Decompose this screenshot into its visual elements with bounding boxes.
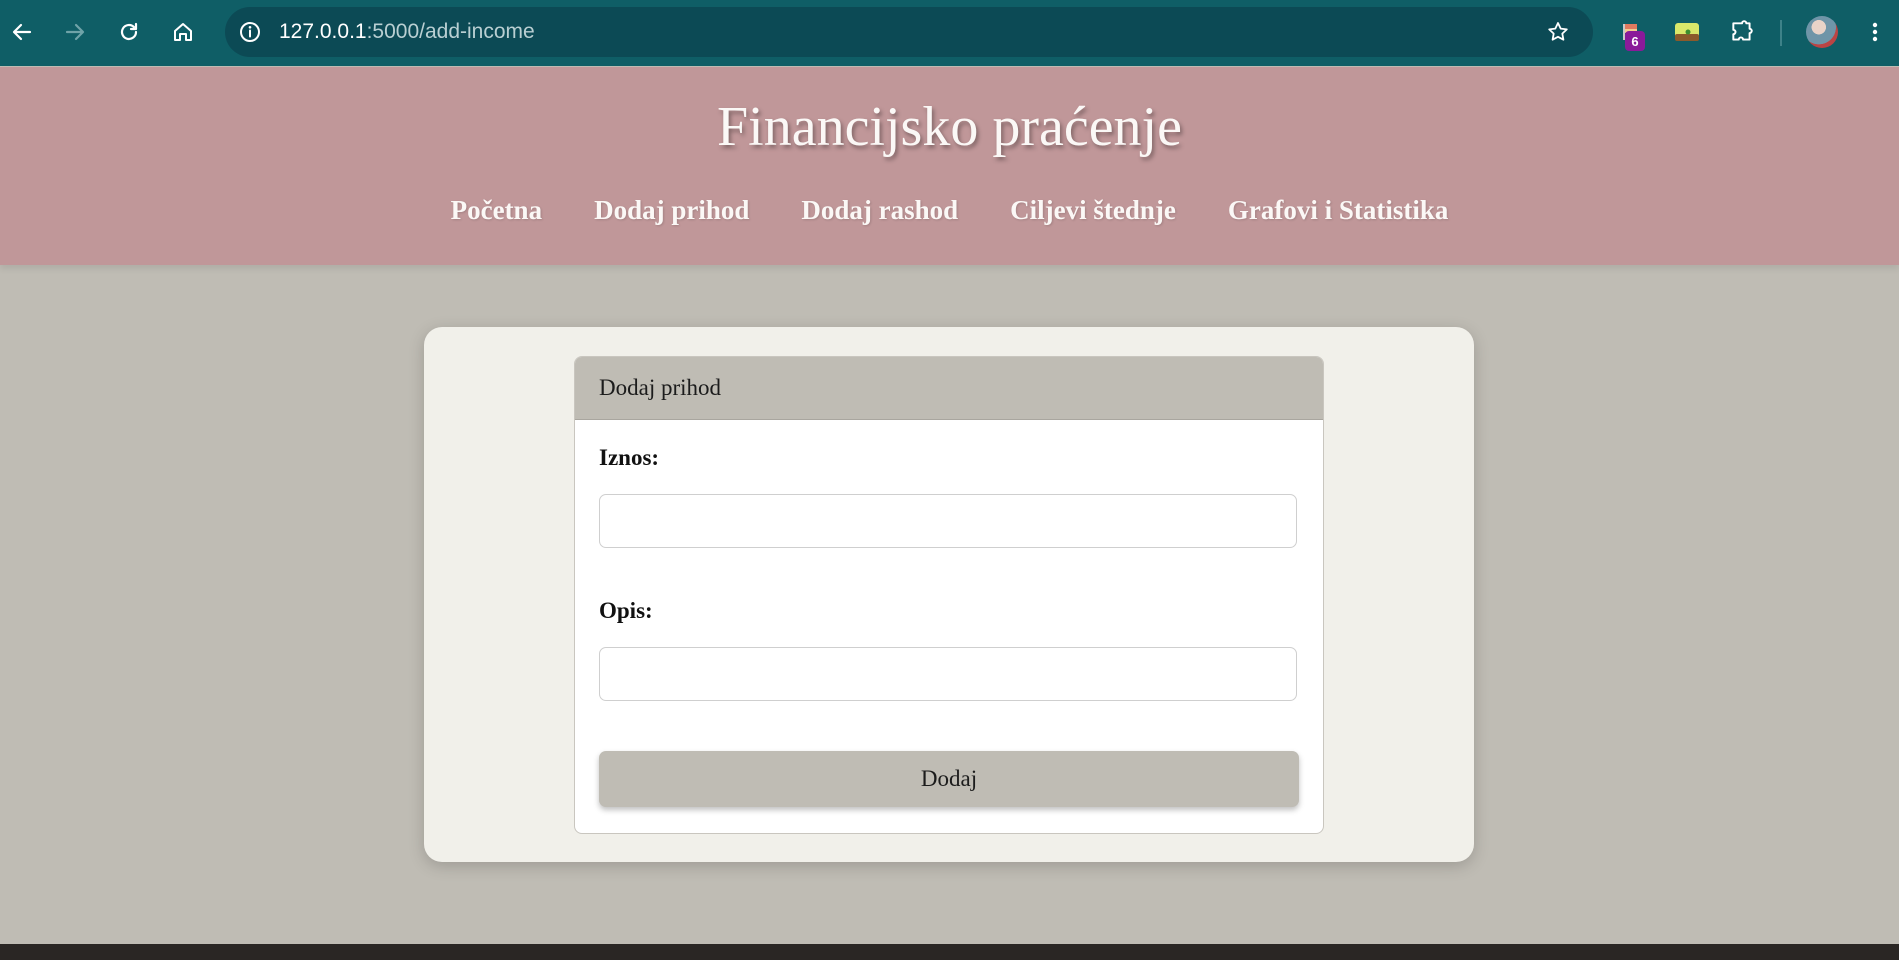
url-text[interactable]: 127.0.0.1:5000/add-income bbox=[279, 7, 535, 57]
profile-avatar[interactable] bbox=[1806, 16, 1838, 48]
home-button[interactable] bbox=[165, 14, 201, 50]
toolbar-separator bbox=[1780, 20, 1782, 46]
forward-button[interactable] bbox=[57, 14, 93, 50]
address-bar[interactable]: 127.0.0.1:5000/add-income bbox=[225, 7, 1593, 57]
nav-link-add-income[interactable]: Dodaj prihod bbox=[594, 195, 749, 226]
nav-link-add-expense[interactable]: Dodaj rashod bbox=[801, 195, 958, 226]
form-title: Dodaj prihod bbox=[575, 357, 1323, 420]
site-info-icon[interactable] bbox=[237, 19, 263, 45]
reload-button[interactable] bbox=[111, 14, 147, 50]
nav-link-charts-statistics[interactable]: Grafovi i Statistika bbox=[1228, 195, 1449, 226]
add-income-form: Dodaj prihod Iznos: Opis: Dodaj bbox=[574, 356, 1324, 834]
description-label: Opis: bbox=[599, 598, 653, 623]
content-card: Dodaj prihod Iznos: Opis: Dodaj bbox=[424, 327, 1474, 862]
browser-toolbar: 127.0.0.1:5000/add-income 6 bbox=[0, 0, 1899, 66]
arrow-left-icon bbox=[12, 23, 32, 41]
extension-game-icon[interactable] bbox=[1670, 15, 1704, 49]
extension-badge: 6 bbox=[1625, 31, 1645, 51]
back-button[interactable] bbox=[4, 14, 40, 50]
extensions-puzzle-icon[interactable] bbox=[1725, 15, 1759, 49]
url-path: :5000/add-income bbox=[366, 20, 535, 43]
add-button[interactable]: Dodaj bbox=[599, 751, 1299, 807]
description-input[interactable] bbox=[599, 647, 1297, 701]
url-host: 127.0.0.1 bbox=[279, 20, 367, 43]
browser-menu-icon[interactable] bbox=[1858, 15, 1892, 49]
arrow-right-icon bbox=[65, 23, 85, 41]
bookmark-star-icon[interactable] bbox=[1545, 19, 1571, 45]
main-nav: Početna Dodaj prihod Dodaj rashod Ciljev… bbox=[0, 195, 1899, 226]
amount-label: Iznos: bbox=[599, 445, 660, 470]
site-header: Financijsko praćenje Početna Dodaj priho… bbox=[0, 67, 1899, 265]
amount-input[interactable] bbox=[599, 494, 1297, 548]
nav-link-home[interactable]: Početna bbox=[451, 195, 542, 226]
site-title: Financijsko praćenje bbox=[717, 96, 1182, 158]
reload-icon bbox=[120, 22, 138, 41]
os-taskbar bbox=[0, 944, 1899, 960]
nav-link-savings-goals[interactable]: Ciljevi štednje bbox=[1010, 195, 1176, 226]
home-icon bbox=[174, 23, 192, 41]
